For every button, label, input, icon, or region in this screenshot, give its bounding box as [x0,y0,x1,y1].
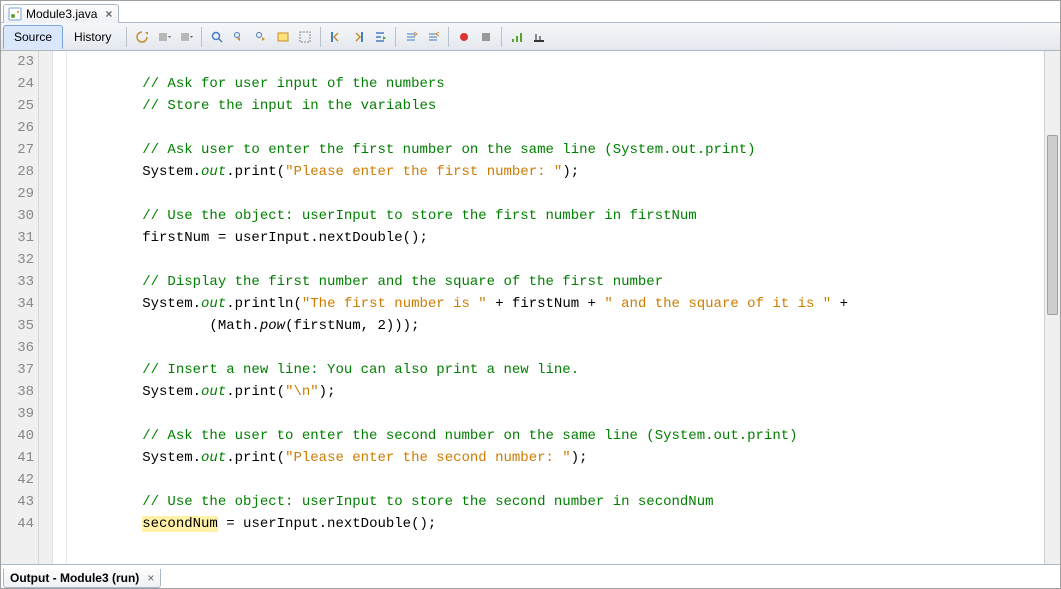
code-line[interactable]: System.out.print("Please enter the first… [75,161,1044,183]
code-line[interactable] [75,469,1044,491]
line-number: 35 [1,315,34,337]
file-tab[interactable]: Module3.java × [3,4,119,23]
line-number: 37 [1,359,34,381]
back-dropdown-icon[interactable] [154,27,174,47]
align-icon[interactable] [529,27,549,47]
file-tab-bar: Module3.java × [1,1,1060,23]
output-tab[interactable]: Output - Module3 (run) × [3,569,161,588]
line-number: 40 [1,425,34,447]
line-number-gutter: 2324252627282930313233343536373839404142… [1,51,39,564]
code-line[interactable]: secondNum = userInput.nextDouble(); [75,513,1044,535]
code-line[interactable]: // Use the object: userInput to store th… [75,205,1044,227]
line-number: 29 [1,183,34,205]
file-tab-label: Module3.java [26,7,97,21]
uncomment-icon[interactable] [423,27,443,47]
format-icon[interactable] [370,27,390,47]
line-number: 33 [1,271,34,293]
line-number: 38 [1,381,34,403]
separator [320,27,321,47]
line-number: 42 [1,469,34,491]
refresh-icon[interactable] [132,27,152,47]
code-editor[interactable]: 2324252627282930313233343536373839404142… [1,51,1060,564]
fold-margin [53,51,67,564]
line-number: 44 [1,513,34,535]
code-line[interactable]: System.out.print("Please enter the secon… [75,447,1044,469]
editor-toolbar: Source History [1,23,1060,51]
close-icon[interactable]: × [147,571,154,585]
separator [501,27,502,47]
line-number: 41 [1,447,34,469]
code-line[interactable]: // Use the object: userInput to store th… [75,491,1044,513]
highlight-icon[interactable] [273,27,293,47]
code-line[interactable]: // Ask user to enter the first number on… [75,139,1044,161]
code-line[interactable]: firstNum = userInput.nextDouble(); [75,227,1044,249]
code-line[interactable]: // Display the first number and the squa… [75,271,1044,293]
toggle-highlight-icon[interactable] [295,27,315,47]
separator [126,27,127,47]
code-line[interactable]: // Store the input in the variables [75,95,1044,117]
code-line[interactable]: System.out.println("The first number is … [75,293,1044,315]
line-number: 24 [1,73,34,95]
close-icon[interactable]: × [105,7,112,21]
find-icon[interactable] [207,27,227,47]
code-line[interactable] [75,117,1044,139]
find-prev-icon[interactable] [229,27,249,47]
code-line[interactable]: // Ask for user input of the numbers [75,73,1044,95]
code-line[interactable] [75,249,1044,271]
stop-macro-icon[interactable] [476,27,496,47]
line-number: 26 [1,117,34,139]
code-line[interactable] [75,183,1044,205]
line-number: 31 [1,227,34,249]
line-number: 30 [1,205,34,227]
separator [448,27,449,47]
code-line[interactable] [75,403,1044,425]
shift-left-icon[interactable] [326,27,346,47]
output-tab-bar: Output - Module3 (run) × [1,564,1060,588]
line-number: 39 [1,403,34,425]
comment-icon[interactable] [401,27,421,47]
find-next-icon[interactable] [251,27,271,47]
subtab-history[interactable]: History [63,25,122,49]
code-line[interactable]: // Ask the user to enter the second numb… [75,425,1044,447]
record-macro-icon[interactable] [454,27,474,47]
line-number: 32 [1,249,34,271]
java-file-icon [8,7,22,21]
separator [201,27,202,47]
line-number: 25 [1,95,34,117]
separator [395,27,396,47]
line-number: 36 [1,337,34,359]
line-number: 28 [1,161,34,183]
code-content[interactable]: // Ask for user input of the numbers // … [67,51,1044,564]
subtab-source[interactable]: Source [3,25,63,49]
line-number: 27 [1,139,34,161]
scrollbar-thumb[interactable] [1047,135,1058,315]
output-tab-label: Output - Module3 (run) [10,571,139,585]
code-line[interactable] [75,51,1044,73]
code-line[interactable]: System.out.print("\n"); [75,381,1044,403]
vertical-scrollbar[interactable] [1044,51,1060,564]
code-line[interactable]: (Math.pow(firstNum, 2))); [75,315,1044,337]
code-line[interactable] [75,337,1044,359]
bars-icon[interactable] [507,27,527,47]
shift-right-icon[interactable] [348,27,368,47]
line-number: 23 [1,51,34,73]
code-line[interactable]: // Insert a new line: You can also print… [75,359,1044,381]
forward-dropdown-icon[interactable] [176,27,196,47]
line-number: 34 [1,293,34,315]
line-number: 43 [1,491,34,513]
glyph-margin [39,51,53,564]
